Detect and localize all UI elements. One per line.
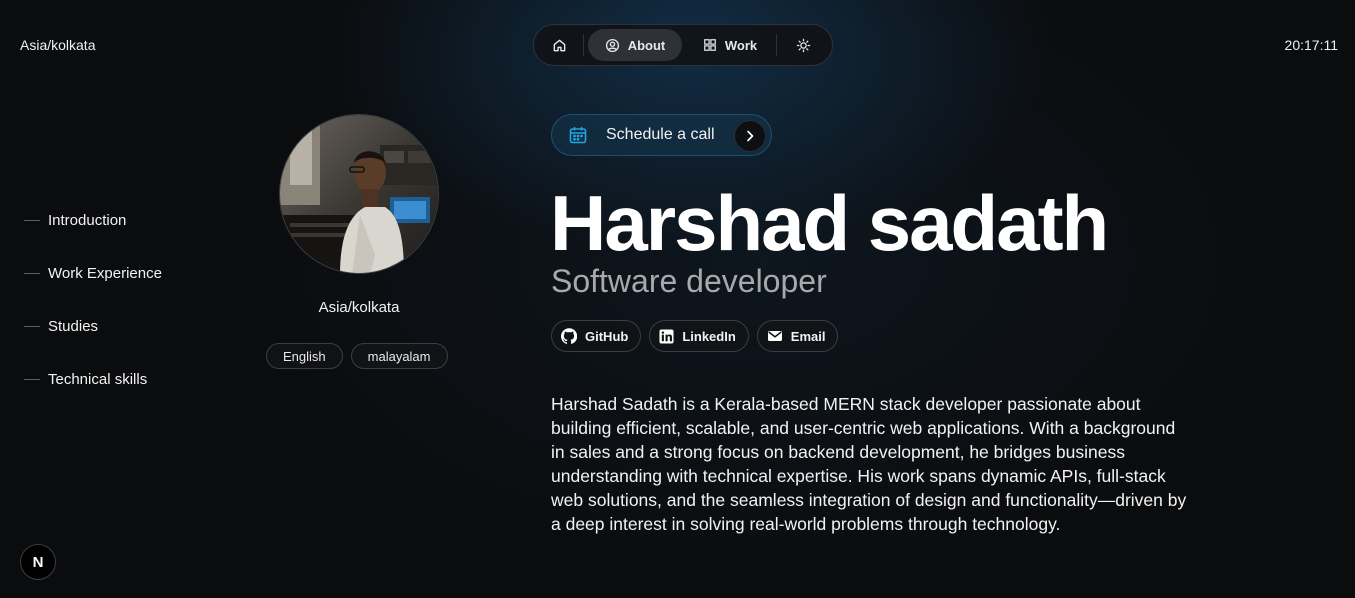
user-circle-icon <box>605 38 620 53</box>
github-link[interactable]: GitHub <box>551 320 642 352</box>
nav-about-tab[interactable]: About <box>588 29 682 61</box>
linkedin-icon <box>659 328 674 344</box>
linkedin-label: LinkedIn <box>682 328 736 344</box>
grid-icon <box>703 38 717 52</box>
sidebar-item-label: Introduction <box>48 211 127 229</box>
chevron-right-icon <box>734 120 766 152</box>
linkedin-link[interactable]: LinkedIn <box>649 320 749 352</box>
clock: 20:17:11 <box>1284 37 1338 53</box>
role-subtitle: Software developer <box>551 263 827 299</box>
nav-work-label: Work <box>724 37 758 53</box>
sidebar-item-label: Work Experience <box>48 264 162 282</box>
sidebar-item-studies[interactable]: Studies <box>24 316 162 336</box>
avatar <box>279 114 439 274</box>
home-icon <box>552 38 567 53</box>
home-button[interactable] <box>539 29 579 61</box>
mail-icon <box>767 328 783 344</box>
schedule-call-button[interactable]: Schedule a call <box>551 114 772 156</box>
social-links: GitHub LinkedIn Email <box>551 320 839 352</box>
sidebar-item-label: Technical skills <box>48 370 148 388</box>
github-icon <box>561 328 577 344</box>
sidebar-dash <box>24 378 40 380</box>
profile-location: Asia/kolkata <box>318 299 400 316</box>
section-navigation: Introduction Work Experience Studies Tec… <box>24 210 162 422</box>
language-tag: malayalam <box>350 343 448 369</box>
nav-work-tab[interactable]: Work <box>688 29 772 61</box>
nav-divider <box>583 34 584 56</box>
timezone-label: Asia/kolkata <box>20 37 96 53</box>
calendar-icon <box>568 125 588 145</box>
nav-divider <box>776 34 777 56</box>
nextjs-badge[interactable]: N <box>20 544 56 580</box>
sidebar-dash <box>24 325 40 327</box>
email-label: Email <box>790 328 826 344</box>
sidebar-item-label: Studies <box>48 317 99 335</box>
page-title: Harshad sadath <box>550 179 1109 267</box>
nav-about-label: About <box>627 37 666 53</box>
email-link[interactable]: Email <box>756 320 839 352</box>
sidebar-item-work-experience[interactable]: Work Experience <box>24 263 162 283</box>
sun-icon <box>796 38 811 53</box>
schedule-call-label: Schedule a call <box>606 126 715 143</box>
sidebar-dash <box>24 272 40 274</box>
top-navigation: About Work <box>533 24 833 66</box>
bio-paragraph: Harshad Sadath is a Kerala-based MERN st… <box>551 394 1187 534</box>
language-tags: English malayalam <box>266 343 448 369</box>
language-tag: English <box>266 343 343 369</box>
sidebar-dash <box>24 219 40 221</box>
theme-toggle-button[interactable] <box>781 29 825 61</box>
sidebar-item-introduction[interactable]: Introduction <box>24 210 162 230</box>
sidebar-item-technical-skills[interactable]: Technical skills <box>24 369 162 389</box>
github-label: GitHub <box>585 328 629 344</box>
